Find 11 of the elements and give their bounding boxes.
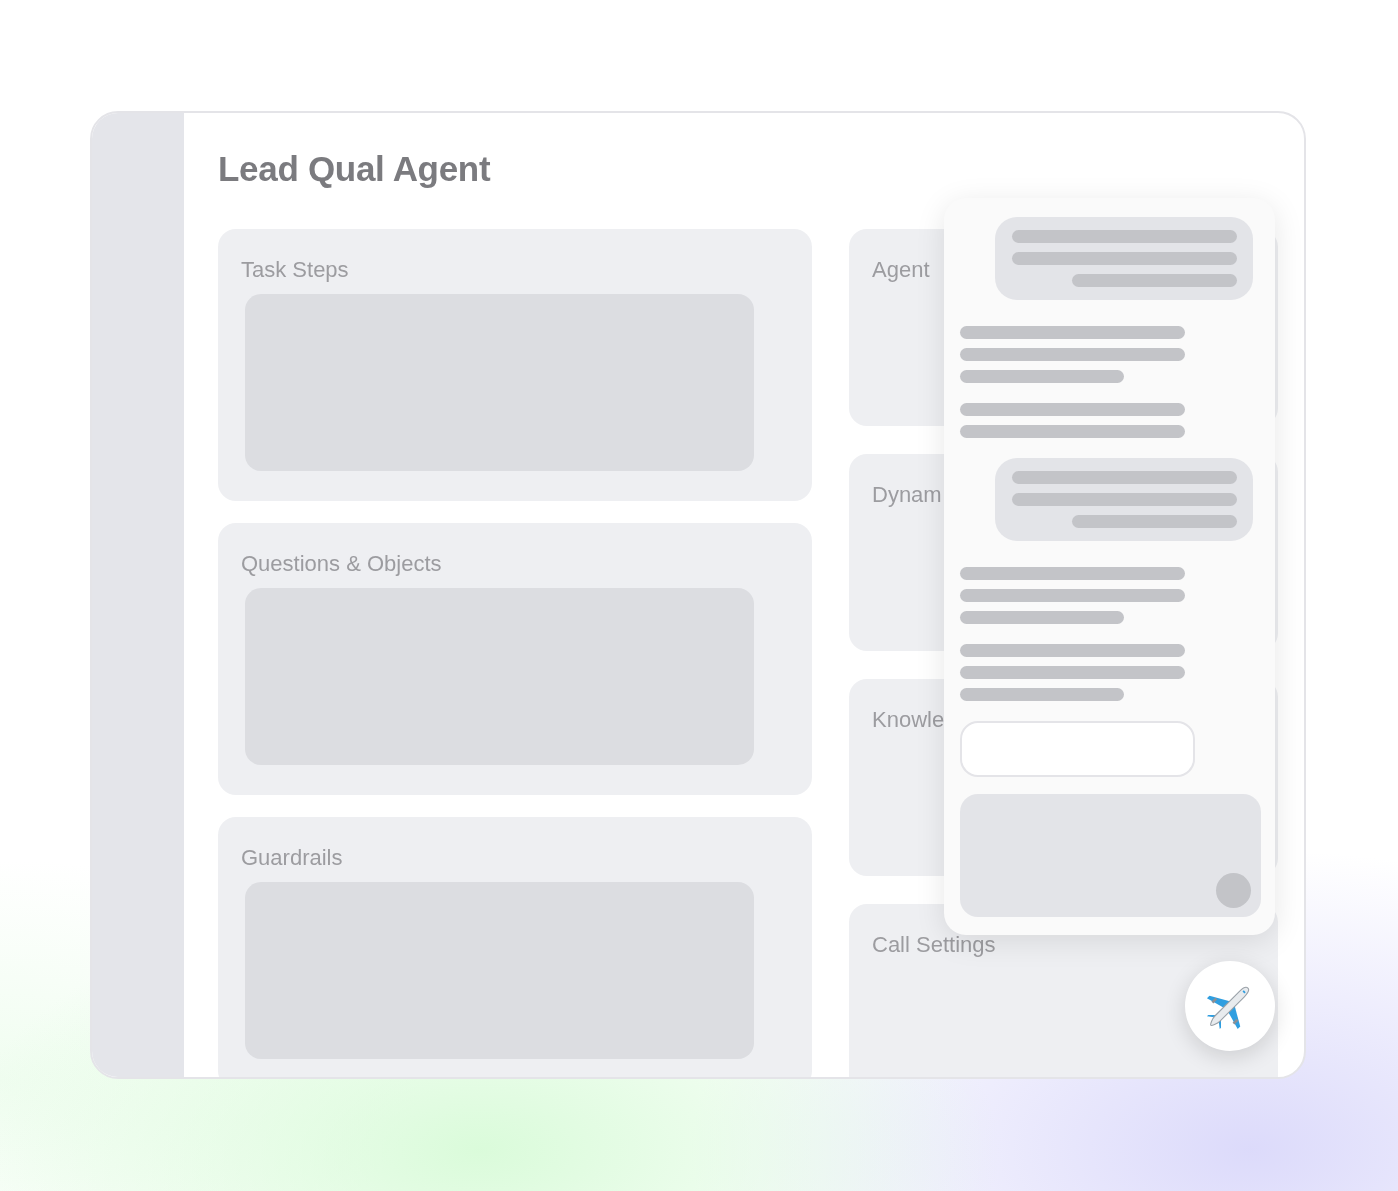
section-title: Agent [872, 256, 931, 284]
section-title: Dynam [872, 481, 943, 509]
section-title: Questions & Objects [241, 550, 443, 578]
message-composer[interactable] [960, 794, 1261, 917]
page-title: Lead Qual Agent [218, 148, 492, 190]
section-title: Task Steps [241, 256, 350, 284]
send-button[interactable] [1216, 873, 1251, 908]
section-title: Call Settings [872, 931, 997, 959]
section-title: Guardrails [241, 844, 344, 872]
input-field[interactable] [960, 721, 1195, 778]
section-title: Knowle [872, 706, 946, 734]
